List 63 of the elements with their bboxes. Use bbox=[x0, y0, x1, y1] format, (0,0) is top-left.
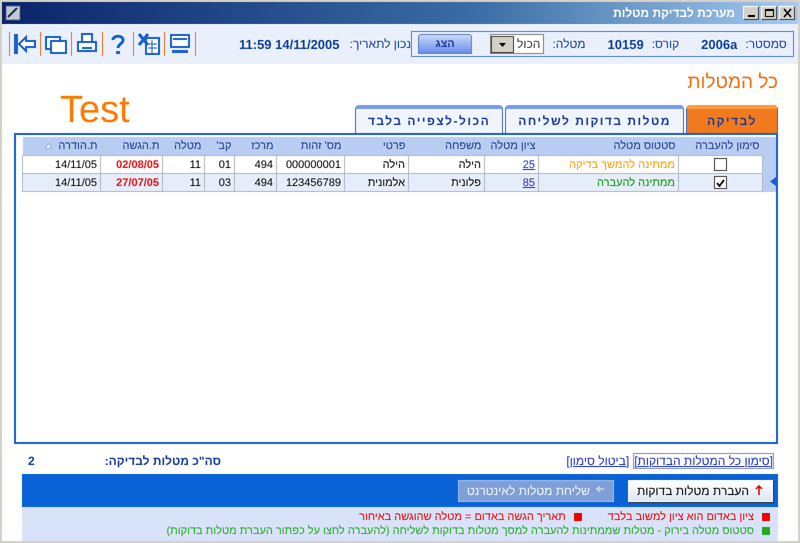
table-cell: 123456789 bbox=[276, 174, 344, 192]
table-cell: 27/07/05 bbox=[100, 174, 162, 192]
column-header: ת.הגשה bbox=[100, 137, 162, 156]
arrow-up-icon bbox=[755, 485, 764, 496]
date-label: נכון לתאריך: bbox=[350, 37, 412, 51]
checkbox[interactable] bbox=[714, 176, 727, 189]
course-value: 10159 bbox=[608, 36, 644, 52]
minimize-icon bbox=[748, 15, 754, 17]
caret-icon bbox=[498, 40, 508, 48]
table-cell: 14/11/05 bbox=[22, 156, 100, 174]
close-icon bbox=[782, 8, 792, 18]
table-cell: ממתינה להמשך בדיקה bbox=[538, 156, 678, 174]
task-dropdown[interactable]: הכול bbox=[490, 34, 544, 54]
column-header: מטלה bbox=[162, 137, 204, 156]
excel-icon[interactable] bbox=[137, 32, 161, 56]
check-icon bbox=[716, 178, 725, 186]
checkbox[interactable] bbox=[714, 158, 727, 171]
semester-label: סמסטר: bbox=[745, 37, 787, 51]
tab[interactable]: הכול-לצפייה בלבד bbox=[354, 105, 504, 133]
transfer-button[interactable]: העברת מטלות בדוקות bbox=[628, 480, 773, 502]
window-title: מערכת לבדיקת מטלות bbox=[613, 6, 735, 20]
test-label: Test bbox=[60, 91, 130, 129]
table-cell: הילה bbox=[408, 156, 484, 174]
grade-link[interactable]: 25 bbox=[522, 158, 535, 170]
semester-value: 2006a bbox=[701, 36, 738, 52]
total-value: 2 bbox=[28, 454, 35, 468]
course-label: קורס: bbox=[652, 37, 680, 51]
date-value: 11:59 14/11/2005 bbox=[239, 36, 340, 52]
tab[interactable]: מטלות בדוקות לשליחה bbox=[505, 105, 684, 133]
show-button[interactable]: הצג bbox=[418, 34, 472, 54]
table-cell: 03 bbox=[204, 174, 234, 192]
close-button[interactable] bbox=[779, 6, 795, 20]
column-header: מרכז bbox=[234, 137, 276, 156]
column-header: מס' זהות bbox=[276, 137, 344, 156]
link[interactable]: [סימון כל המטלות הבדוקות] bbox=[633, 453, 774, 469]
column-header: קב' bbox=[204, 137, 234, 156]
app-icon bbox=[5, 5, 21, 21]
column-header: ת.הודרה bbox=[58, 140, 98, 152]
exit-icon[interactable] bbox=[13, 32, 37, 56]
legend-text: סטטוס מטלה בירוק - מטלות שממתינות להעברה למסך מטלות בדוקות לשליחה (להעברה לחצו על כפתור העברת מטלות בדוקות) bbox=[166, 525, 754, 537]
column-header: ציון מטלה bbox=[484, 137, 538, 156]
tab[interactable]: לבדיקה bbox=[686, 105, 778, 133]
total-label: סה"כ מטלות לבדיקה: bbox=[104, 454, 221, 468]
link[interactable]: [ביטול סימון] bbox=[566, 454, 630, 468]
page-heading: כל המטלות bbox=[686, 71, 779, 94]
table-cell: ממתינה להעברה bbox=[538, 174, 678, 192]
table-cell: פלונית bbox=[408, 174, 484, 192]
grade-link[interactable]: 85 bbox=[522, 176, 535, 188]
column-header: פרטי bbox=[344, 137, 408, 156]
maximize-icon bbox=[764, 8, 774, 18]
column-header: סטטוס מטלה bbox=[538, 137, 678, 156]
minimize-button[interactable] bbox=[743, 6, 759, 20]
table-cell: אלמונית bbox=[344, 174, 408, 192]
column-header: סימון להעברה bbox=[678, 137, 762, 156]
computer-icon[interactable] bbox=[168, 32, 192, 56]
table-cell: 14/11/05 bbox=[22, 174, 100, 192]
task-label: מטלה: bbox=[552, 37, 586, 51]
legend-text: ציון באדום הוא ציון למשוב בלבד bbox=[608, 511, 754, 523]
legend-text: תאריך הגשה באדום = מטלה שהוגשה באיחור bbox=[359, 511, 566, 523]
maximize-button[interactable] bbox=[761, 6, 777, 20]
table-cell: 11 bbox=[162, 174, 204, 192]
column-header: משפחה bbox=[408, 137, 484, 156]
table-cell: 494 bbox=[234, 174, 276, 192]
